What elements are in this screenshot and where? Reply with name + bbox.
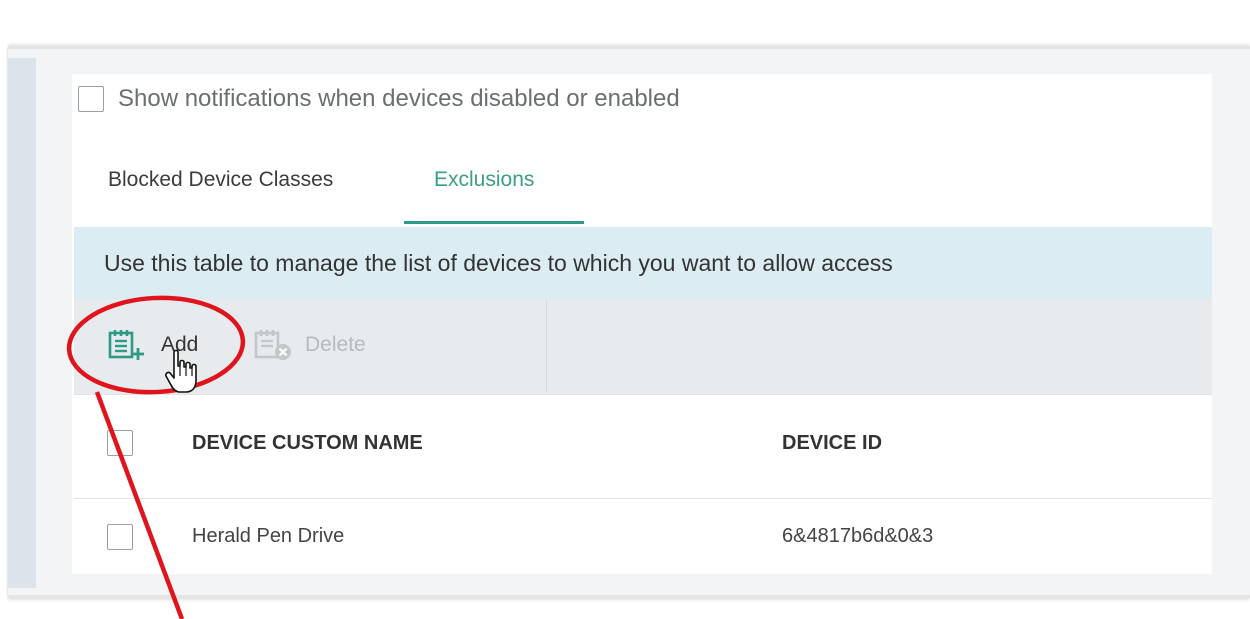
delete-button-label: Delete xyxy=(305,333,366,356)
show-notifications-checkbox[interactable] xyxy=(78,86,104,112)
column-header-device-custom-name[interactable]: DEVICE CUSTOM NAME xyxy=(192,432,423,455)
column-header-device-id[interactable]: DEVICE ID xyxy=(782,432,882,455)
info-banner-text: Use this table to manage the list of dev… xyxy=(104,249,893,276)
tab-blocked-device-classes[interactable]: Blocked Device Classes xyxy=(108,168,333,192)
table-toolbar xyxy=(74,299,1212,394)
device-custom-name-cell: Herald Pen Drive xyxy=(192,525,345,547)
tab-exclusions[interactable]: Exclusions xyxy=(434,168,534,192)
add-button[interactable]: Add xyxy=(107,328,198,362)
table-header-top-border xyxy=(74,394,1212,395)
select-all-checkbox[interactable] xyxy=(107,430,133,456)
clipboard-add-icon xyxy=(107,328,147,362)
device-id-cell: 6&4817b6d&0&3 xyxy=(782,525,934,547)
row-checkbox[interactable] xyxy=(107,524,133,550)
delete-button[interactable]: Delete xyxy=(253,328,366,362)
add-button-label: Add xyxy=(161,333,199,356)
active-tab-indicator xyxy=(404,221,584,224)
show-notifications-option[interactable]: Show notifications when devices disabled… xyxy=(78,85,680,112)
toolbar-divider xyxy=(546,300,547,392)
left-sidebar-edge xyxy=(8,58,36,588)
table-row-divider xyxy=(74,498,1212,499)
clipboard-delete-icon xyxy=(253,328,293,362)
info-banner: Use this table to manage the list of dev… xyxy=(74,227,1212,299)
show-notifications-label: Show notifications when devices disabled… xyxy=(118,85,680,112)
